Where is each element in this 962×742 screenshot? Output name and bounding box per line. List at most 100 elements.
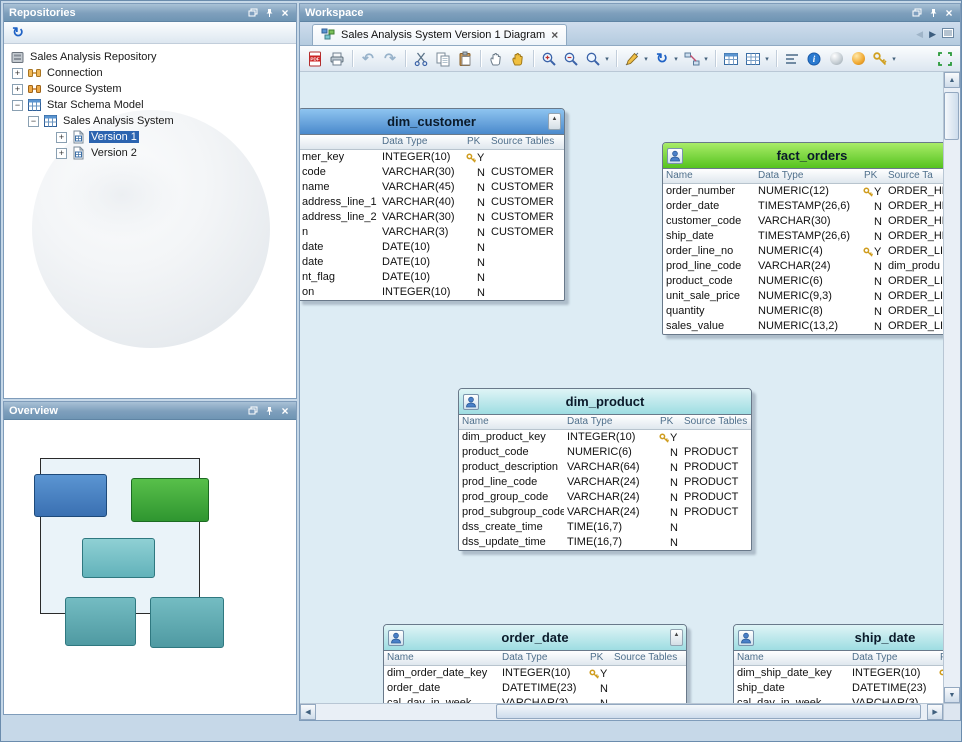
scroll-down-arrow[interactable]: ▼	[944, 687, 960, 703]
scroll-up-arrow[interactable]: ▲	[944, 72, 960, 88]
table-row[interactable]: order_dateTIMESTAMP(26,6)NORDER_HE	[663, 199, 943, 214]
copy-icon[interactable]	[433, 49, 453, 69]
table-row[interactable]: dim_product_keyINTEGER(10)Y	[459, 430, 751, 445]
table-row[interactable]: ship_dateDATETIME(23)N	[734, 681, 943, 696]
table-row[interactable]: product_descriptionVARCHAR(64)NPRODUCT	[459, 460, 751, 475]
table-row[interactable]: dim_order_date_keyINTEGER(10)Y	[384, 666, 686, 681]
refresh-diagram-icon[interactable]: ↻	[652, 49, 672, 69]
export-pdf-icon[interactable]: PDF	[305, 49, 325, 69]
next-tab-icon[interactable]: ▶	[929, 29, 936, 40]
tab-list-icon[interactable]	[942, 28, 954, 41]
horizontal-scroll-thumb[interactable]	[496, 704, 921, 719]
overview-titlebar[interactable]: Overview ×	[4, 402, 296, 420]
table-row[interactable]: product_codeNUMERIC(6)NPRODUCT	[459, 445, 751, 460]
table-row[interactable]: product_codeNUMERIC(6)NORDER_LI	[663, 274, 943, 289]
table-header[interactable]: fact_orders	[663, 143, 943, 169]
pin-panel-icon[interactable]	[263, 7, 275, 19]
table-header[interactable]: ship_date	[734, 625, 943, 651]
cut-icon[interactable]	[411, 49, 431, 69]
table-row[interactable]: address_line_2VARCHAR(30)NCUSTOMER	[300, 210, 564, 225]
table-row[interactable]: onINTEGER(10)N	[300, 285, 564, 300]
entity-table-order-date[interactable]: order_date ▲ NameData TypePKSource Table…	[383, 624, 687, 703]
tree-item-version-2[interactable]: + Version 2	[4, 145, 296, 161]
table-row[interactable]: address_line_1VARCHAR(40)NCUSTOMER	[300, 195, 564, 210]
zoom-out-icon[interactable]	[561, 49, 581, 69]
table-row[interactable]: prod_line_codeVARCHAR(24)NPRODUCT	[459, 475, 751, 490]
zoom-in-icon[interactable]	[539, 49, 559, 69]
pan-hand-icon[interactable]	[486, 49, 506, 69]
dropdown-icon[interactable]: ▾	[642, 55, 650, 63]
line-tool-icon[interactable]	[622, 49, 642, 69]
table-view-icon[interactable]	[721, 49, 741, 69]
table-row[interactable]: unit_sale_priceNUMERIC(9,3)NORDER_LI	[663, 289, 943, 304]
expand-icon[interactable]: +	[56, 148, 67, 159]
float-panel-icon[interactable]	[911, 7, 923, 19]
dropdown-icon[interactable]: ▾	[603, 55, 611, 63]
fit-diagram-icon[interactable]	[935, 49, 955, 69]
table-header[interactable]: dim_customer ▲	[300, 109, 564, 135]
table-row[interactable]: prod_subgroup_codeVARCHAR(24)NPRODUCT	[459, 505, 751, 520]
info-icon[interactable]: i	[804, 49, 824, 69]
table-row[interactable]: dateDATE(10)N	[300, 240, 564, 255]
key-tool-icon[interactable]	[870, 49, 890, 69]
zoom-tool-icon[interactable]	[583, 49, 603, 69]
table-row[interactable]: order_line_noNUMERIC(4)YORDER_LI	[663, 244, 943, 259]
table-row[interactable]: dateDATE(10)N	[300, 255, 564, 270]
close-panel-icon[interactable]: ×	[279, 7, 291, 19]
print-icon[interactable]	[327, 49, 347, 69]
undo-icon[interactable]: ↶	[358, 49, 378, 69]
entity-table-fact-orders[interactable]: fact_orders NameData TypePKSource Ta ord…	[662, 142, 943, 335]
grid-view-icon[interactable]	[743, 49, 763, 69]
vertical-scrollbar[interactable]: ▲ ▼	[943, 72, 960, 703]
float-panel-icon[interactable]	[247, 405, 259, 417]
table-row[interactable]: codeVARCHAR(30)NCUSTOMER	[300, 165, 564, 180]
tree-item-connection[interactable]: + Connection	[4, 65, 296, 81]
horizontal-scrollbar[interactable]: ◀ ▶	[300, 703, 943, 720]
table-row[interactable]: cal_day_in_weekVARCHAR(3)N	[384, 696, 686, 703]
table-row[interactable]: ship_dateTIMESTAMP(26,6)NORDER_HE	[663, 229, 943, 244]
table-row[interactable]: order_numberNUMERIC(12)YORDER_HE	[663, 184, 943, 199]
table-row[interactable]: order_dateDATETIME(23)N	[384, 681, 686, 696]
table-row[interactable]: prod_group_codeVARCHAR(24)NPRODUCT	[459, 490, 751, 505]
dropdown-icon[interactable]: ▾	[890, 55, 898, 63]
table-row[interactable]: nameVARCHAR(45)NCUSTOMER	[300, 180, 564, 195]
dropdown-icon[interactable]: ▾	[763, 55, 771, 63]
table-row[interactable]: dim_ship_date_keyINTEGER(10)Y	[734, 666, 943, 681]
tree-item-version-1[interactable]: + Version 1	[4, 129, 296, 145]
arrange-icon[interactable]	[782, 49, 802, 69]
table-row[interactable]: customer_codeVARCHAR(30)NORDER_HE	[663, 214, 943, 229]
overview-canvas[interactable]	[4, 420, 296, 714]
expand-icon[interactable]: +	[12, 68, 23, 79]
scroll-left-arrow[interactable]: ◀	[300, 704, 316, 720]
tree-item-repository[interactable]: Sales Analysis Repository	[4, 49, 296, 65]
vertical-scroll-track[interactable]	[944, 88, 960, 687]
collapse-icon[interactable]: −	[12, 100, 23, 111]
collapse-icon[interactable]: −	[28, 116, 39, 127]
scroll-up-button[interactable]: ▲	[548, 113, 561, 130]
table-header[interactable]: order_date ▲	[384, 625, 686, 651]
dropdown-icon[interactable]: ▾	[672, 55, 680, 63]
grab-hand-icon[interactable]	[508, 49, 528, 69]
table-row[interactable]: quantityNUMERIC(8)NORDER_LI	[663, 304, 943, 319]
table-row[interactable]: prod_line_codeVARCHAR(24)Ndim_produ	[663, 259, 943, 274]
dropdown-icon[interactable]: ▾	[702, 55, 710, 63]
tree-item-source-system[interactable]: + Source System	[4, 81, 296, 97]
vertical-scroll-thumb[interactable]	[944, 92, 959, 140]
overview-rect-fact-orders[interactable]	[131, 478, 209, 522]
relationship-tool-icon[interactable]	[682, 49, 702, 69]
expand-icon[interactable]: +	[56, 132, 67, 143]
entity-table-dim-product[interactable]: dim_product NameData TypePKSource Tables…	[458, 388, 752, 551]
pin-panel-icon[interactable]	[927, 7, 939, 19]
table-row[interactable]: mer_keyINTEGER(10)Y	[300, 150, 564, 165]
table-row[interactable]: nVARCHAR(3)NCUSTOMER	[300, 225, 564, 240]
horizontal-scroll-track[interactable]	[316, 704, 927, 720]
table-row[interactable]: nt_flagDATE(10)N	[300, 270, 564, 285]
sphere-icon[interactable]	[826, 49, 846, 69]
highlight-icon[interactable]	[848, 49, 868, 69]
entity-table-ship-date[interactable]: ship_date NameData TypePKSource Tables d…	[733, 624, 943, 703]
workspace-titlebar[interactable]: Workspace ×	[300, 4, 960, 22]
diagram-canvas[interactable]: dim_customer ▲ Data TypePKSource Tables …	[300, 72, 943, 703]
table-row[interactable]: cal_day_in_weekVARCHAR(3)N	[734, 696, 943, 703]
overview-rect-dim-product[interactable]	[82, 538, 155, 578]
refresh-repositories-icon[interactable]: ↻	[8, 24, 28, 41]
